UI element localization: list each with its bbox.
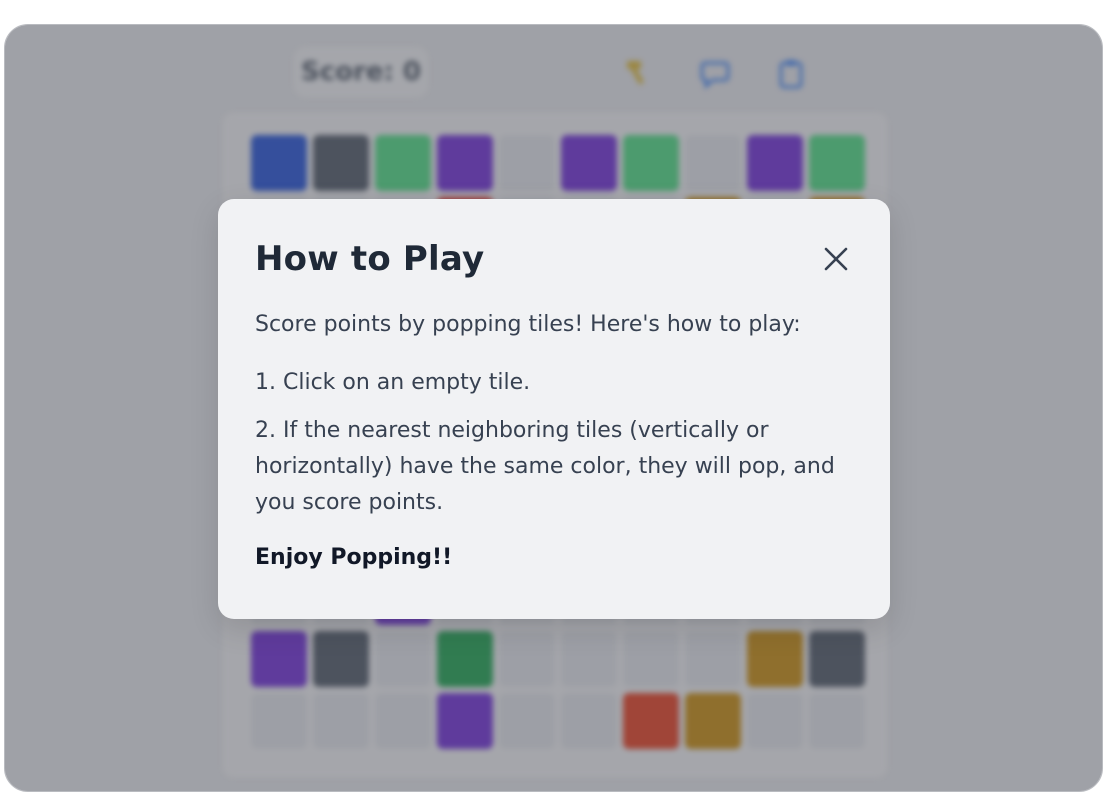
how-to-play-modal: How to Play Score points by popping tile… (218, 199, 890, 619)
game-window: Score: 0 How to Play Score points by pop… (4, 24, 1103, 792)
close-icon (824, 247, 848, 271)
intro-text: Score points by popping tiles! Here's ho… (255, 312, 801, 337)
step-one-text: 1. Click on an empty tile. (255, 370, 531, 395)
step-two-text: 2. If the nearest neighboring tiles (ver… (255, 418, 835, 515)
enjoy-text: Enjoy Popping!! (255, 545, 453, 570)
modal-title: How to Play (255, 239, 485, 279)
close-button[interactable] (818, 239, 854, 279)
